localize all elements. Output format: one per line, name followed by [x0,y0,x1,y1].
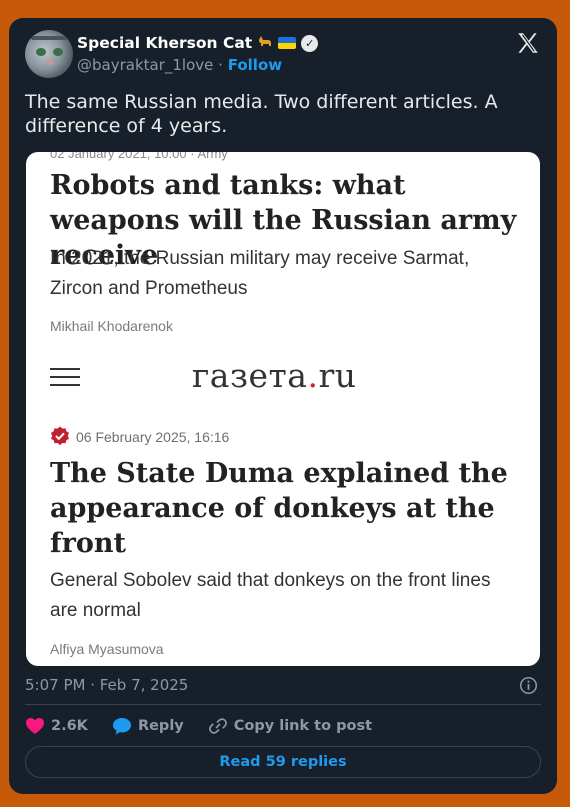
like-count: 2.6K [51,718,88,734]
read-replies-button[interactable]: Read 59 replies [25,746,541,778]
handle-row: @bayraktar_1love · Follow [77,56,282,74]
follow-link[interactable]: Follow [228,56,282,74]
action-bar: 2.6K Reply Copy link to post [25,716,396,736]
cat-icon [257,34,273,52]
article1-subtitle: In 2021, the Russian military may receiv… [50,248,470,299]
media-image[interactable]: 02 January 2021, 10:00 · Army Robots and… [26,152,540,666]
avatar[interactable] [25,30,73,78]
ukraine-flag-icon [278,37,297,49]
separator: · [218,56,223,74]
article2-subtitle: General Sobolev said that donkeys on the… [50,570,491,621]
timestamp[interactable]: 5:07 PM · Feb 7, 2025 [25,676,188,694]
author-handle[interactable]: @bayraktar_1love [77,56,213,74]
author-name-row[interactable]: Special Kherson Cat ✓ [77,34,319,52]
author-name[interactable]: Special Kherson Cat [77,34,252,52]
reply-label: Reply [137,718,184,734]
verified-badge-icon [51,426,69,446]
article1-author: Mikhail Khodarenok [50,318,173,334]
menu-icon [50,368,80,386]
x-logo-icon[interactable] [515,30,541,56]
tweet-card: Special Kherson Cat ✓ @bayraktar_1love ·… [9,18,557,794]
verified-icon: ✓ [301,34,319,52]
article2-author: Alfiya Myasumova [50,641,164,657]
divider [25,704,541,705]
reply-button[interactable]: Reply [112,717,184,735]
site-logo: газета.ru [192,356,357,395]
like-button[interactable]: 2.6K [25,717,88,735]
tweet-text: The same Russian media. Two different ar… [25,91,498,137]
article2-date: 06 February 2025, 16:16 [76,429,230,445]
info-icon[interactable] [519,676,538,695]
article1-date: 02 January 2021, 10:00 · Army [50,152,228,161]
article2-title: The State Duma explained the appearance … [50,458,508,559]
link-icon [208,718,227,734]
copy-link-button[interactable]: Copy link to post [208,716,372,736]
copy-link-label: Copy link to post [233,718,373,734]
heart-icon [26,718,44,734]
reply-icon [112,718,131,735]
